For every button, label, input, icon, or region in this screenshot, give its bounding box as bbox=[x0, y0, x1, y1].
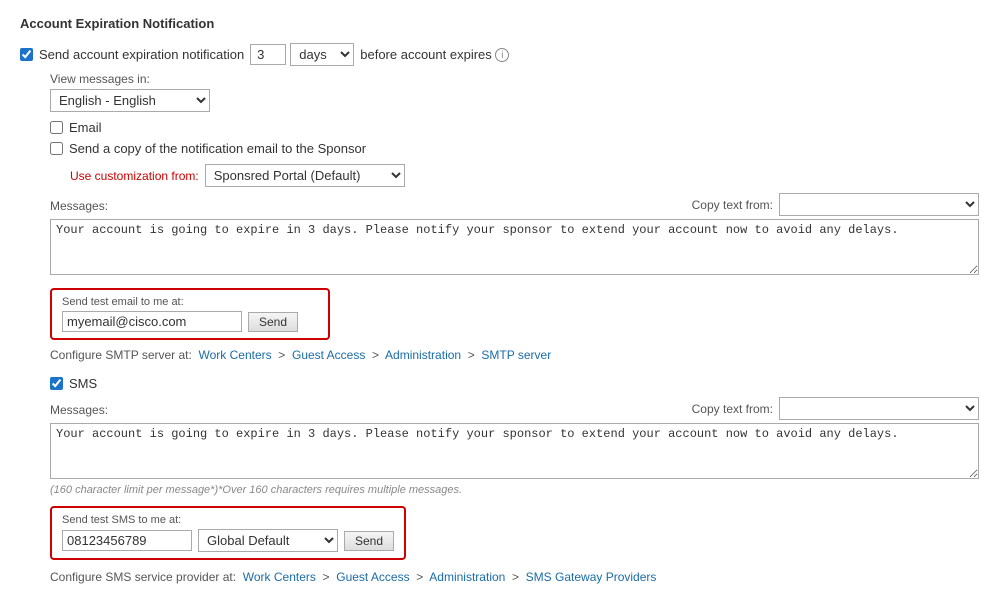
sms-gateway-link[interactable]: SMS Gateway Providers bbox=[526, 570, 657, 584]
before-expires-label: before account expires bbox=[360, 47, 492, 62]
char-limit-note: (160 character limit per message*)*Over … bbox=[20, 484, 979, 496]
customization-select[interactable]: Sponsred Portal (Default) bbox=[205, 164, 405, 187]
copy-text-label-sms: Copy text from: bbox=[692, 402, 773, 416]
test-email-label: Send test email to me at: bbox=[62, 296, 318, 308]
sms-administration-link[interactable]: Administration bbox=[429, 570, 505, 584]
copy-text-select-email[interactable] bbox=[779, 193, 979, 216]
copy-label: Send a copy of the notification email to… bbox=[69, 141, 366, 156]
view-messages-label: View messages in: bbox=[50, 72, 979, 86]
email-checkbox[interactable] bbox=[50, 121, 63, 134]
language-select[interactable]: English - English Spanish - Spanish bbox=[50, 89, 210, 112]
send-email-button[interactable]: Send bbox=[248, 312, 298, 332]
copy-text-select-sms[interactable] bbox=[779, 397, 979, 420]
test-sms-label: Send test SMS to me at: bbox=[62, 514, 394, 526]
sms-label: SMS bbox=[69, 376, 97, 391]
email-messages-label: Messages: bbox=[50, 197, 120, 213]
days-input[interactable] bbox=[250, 44, 286, 65]
info-icon: i bbox=[495, 48, 509, 62]
sms-messages-textarea[interactable]: Your account is going to expire in 3 day… bbox=[50, 423, 979, 479]
send-sms-button[interactable]: Send bbox=[344, 531, 394, 551]
test-sms-phone-input[interactable] bbox=[62, 530, 192, 551]
sms-messages-label: Messages: bbox=[50, 401, 120, 417]
email-label: Email bbox=[69, 120, 102, 135]
test-email-input[interactable] bbox=[62, 311, 242, 332]
smtp-work-centers-link[interactable]: Work Centers bbox=[199, 348, 272, 362]
smtp-guest-access-link[interactable]: Guest Access bbox=[292, 348, 365, 362]
smtp-server-link[interactable]: SMTP server bbox=[481, 348, 551, 362]
section-title: Account Expiration Notification bbox=[20, 16, 979, 31]
sms-guest-access-link[interactable]: Guest Access bbox=[336, 570, 409, 584]
test-email-box: Send test email to me at: Send bbox=[50, 288, 330, 340]
smtp-configure: Configure SMTP server at: Work Centers >… bbox=[20, 348, 979, 362]
days-unit-select[interactable]: days hours bbox=[290, 43, 354, 66]
email-messages-textarea[interactable]: Your account is going to expire in 3 day… bbox=[50, 219, 979, 275]
send-notification-checkbox[interactable] bbox=[20, 48, 33, 61]
smtp-administration-link[interactable]: Administration bbox=[385, 348, 461, 362]
customization-label: Use customization from: bbox=[70, 169, 199, 183]
sms-checkbox[interactable] bbox=[50, 377, 63, 390]
copy-checkbox[interactable] bbox=[50, 142, 63, 155]
send-notification-label: Send account expiration notification bbox=[39, 47, 244, 62]
copy-text-label-email: Copy text from: bbox=[692, 198, 773, 212]
test-sms-box: Send test SMS to me at: Global Default S… bbox=[50, 506, 406, 560]
sms-configure: Configure SMS service provider at: Work … bbox=[20, 570, 979, 584]
sms-work-centers-link[interactable]: Work Centers bbox=[243, 570, 316, 584]
